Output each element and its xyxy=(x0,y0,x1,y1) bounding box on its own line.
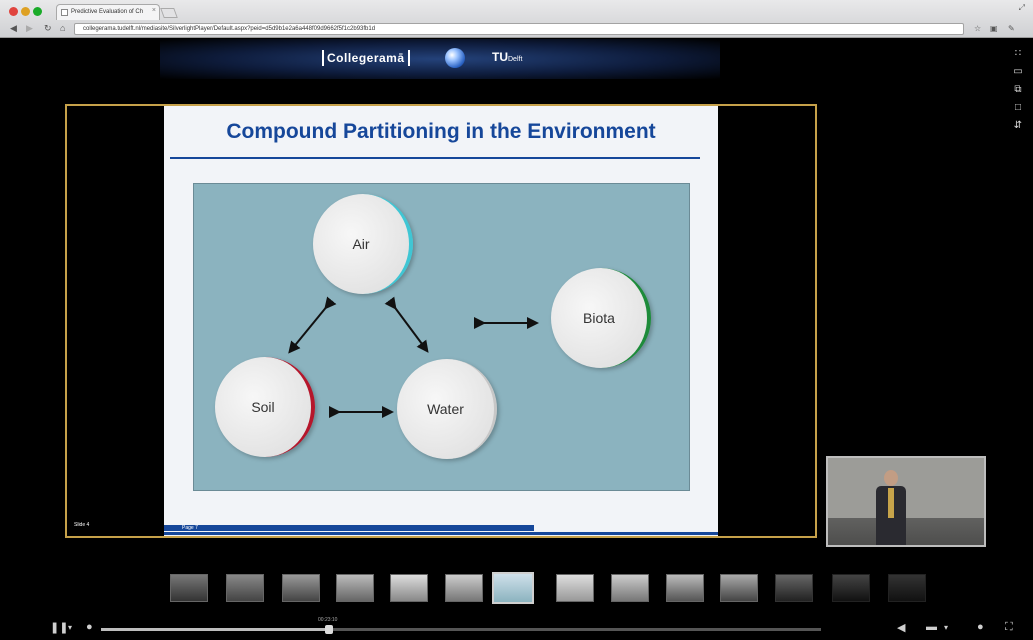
page-label: Page 7 xyxy=(182,525,198,531)
browser-toolbar: ◀ ▶ ↻ ⌂ collegerama.tudelft.nl/mediasite… xyxy=(0,21,1033,38)
chevron-down-icon[interactable]: ▾ xyxy=(68,623,72,632)
thumbnail-1[interactable] xyxy=(170,574,208,602)
thumbnail-14[interactable] xyxy=(888,574,926,602)
thumbnail-3[interactable] xyxy=(282,574,320,602)
tu-text: TU xyxy=(492,50,508,64)
collegerama-logo: Collegeramā xyxy=(322,50,410,66)
speaker-tie xyxy=(888,488,894,518)
partitioning-diagram: Air Soil Water Biota xyxy=(193,183,690,491)
current-time: 00:23:10 xyxy=(318,617,338,623)
window-minimize-button[interactable] xyxy=(21,7,30,16)
slide-only-icon[interactable]: □ xyxy=(1011,102,1025,120)
slide-title: Compound Partitioning in the Environment xyxy=(226,120,656,143)
thumbnail-9[interactable] xyxy=(611,574,649,602)
timeline-progress xyxy=(101,628,329,631)
slide-viewer[interactable]: Compound Partitioning in the Environment… xyxy=(65,104,817,538)
pause-icon[interactable]: ❚❚ xyxy=(50,621,68,634)
window-maximize-button[interactable] xyxy=(33,7,42,16)
address-bar[interactable]: collegerama.tudelft.nl/mediasite/Silverl… xyxy=(74,23,964,35)
home-icon[interactable]: ⌂ xyxy=(60,23,65,33)
restore-icon[interactable]: ⤢ xyxy=(1019,3,1025,13)
layout-icon[interactable]: ▭ xyxy=(1011,66,1025,84)
slide-thumbnail-strip xyxy=(170,570,930,606)
slide-number: Slide 4 xyxy=(74,522,90,528)
collegerama-banner: Collegeramā TUDelft xyxy=(160,39,720,79)
browser-chrome: Predictive Evaluation of Ch × ⤢ ◀ ▶ ↻ ⌂ … xyxy=(0,0,1033,38)
info-icon[interactable]: ● xyxy=(977,621,984,633)
fullscreen-icon[interactable]: ⛶ xyxy=(1005,621,1013,634)
globe-icon xyxy=(445,48,465,68)
captions-icon[interactable]: ▬ xyxy=(926,621,937,633)
soil-node: Soil xyxy=(215,357,315,457)
thumbnail-active[interactable] xyxy=(492,572,534,604)
grid-view-icon[interactable]: ∷ xyxy=(1011,48,1025,66)
settings-chevron-icon[interactable]: ▾ xyxy=(944,623,948,632)
stop-icon[interactable]: ● xyxy=(86,621,93,633)
air-soil-arrow xyxy=(288,296,337,354)
swap-view-icon[interactable]: ⧉ xyxy=(1011,84,1025,102)
thumbnail-10[interactable] xyxy=(666,574,704,602)
video-background xyxy=(828,458,984,518)
thumbnail-12[interactable] xyxy=(775,574,813,602)
thumbnail-13[interactable] xyxy=(832,574,870,602)
forward-icon[interactable]: ▶ xyxy=(26,23,33,34)
tudelft-logo: TUDelft xyxy=(492,50,522,64)
playback-controls: ❚❚ ▾ ● 00:23:10 ◀ ▬ ▾ ● ⛶ xyxy=(0,615,1033,640)
timeline-scrubber[interactable] xyxy=(101,625,821,634)
thumbnail-8[interactable] xyxy=(556,574,594,602)
tab-close-icon[interactable]: × xyxy=(152,7,156,14)
volume-icon[interactable]: ◀ xyxy=(897,621,905,634)
tab-title: Predictive Evaluation of Ch xyxy=(71,9,144,15)
back-icon[interactable]: ◀ xyxy=(10,23,17,34)
air-water-arrow xyxy=(384,296,429,353)
water-node: Water xyxy=(397,359,497,459)
window-close-button[interactable] xyxy=(9,7,18,16)
slide: Compound Partitioning in the Environment… xyxy=(164,106,718,536)
resize-icon[interactable]: ⇵ xyxy=(1011,120,1025,138)
thumbnail-11[interactable] xyxy=(720,574,758,602)
air-node: Air xyxy=(313,194,413,294)
thumbnail-2[interactable] xyxy=(226,574,264,602)
delft-text: Delft xyxy=(508,56,523,63)
thumbnail-5[interactable] xyxy=(390,574,428,602)
thumbnail-4[interactable] xyxy=(336,574,374,602)
biota-node: Biota xyxy=(551,268,651,368)
speaker-head xyxy=(884,470,898,486)
browser-tab[interactable]: Predictive Evaluation of Ch × xyxy=(56,4,160,20)
wrench-icon[interactable]: ✎ xyxy=(1008,24,1015,33)
extension-icon[interactable]: ▣ xyxy=(990,24,998,33)
speaker-video[interactable] xyxy=(826,456,986,547)
new-tab-button[interactable] xyxy=(160,8,178,18)
slide-footer-bar xyxy=(164,525,534,531)
title-divider xyxy=(170,157,700,159)
star-icon[interactable]: ☆ xyxy=(974,24,981,33)
timeline-handle[interactable] xyxy=(325,625,333,634)
favicon-icon xyxy=(61,9,68,16)
slide-footer-line xyxy=(164,532,718,535)
player-side-controls: ∷ ▭ ⧉ □ ⇵ xyxy=(1011,48,1025,138)
reload-icon[interactable]: ↻ xyxy=(44,23,52,34)
thumbnail-6[interactable] xyxy=(445,574,483,602)
